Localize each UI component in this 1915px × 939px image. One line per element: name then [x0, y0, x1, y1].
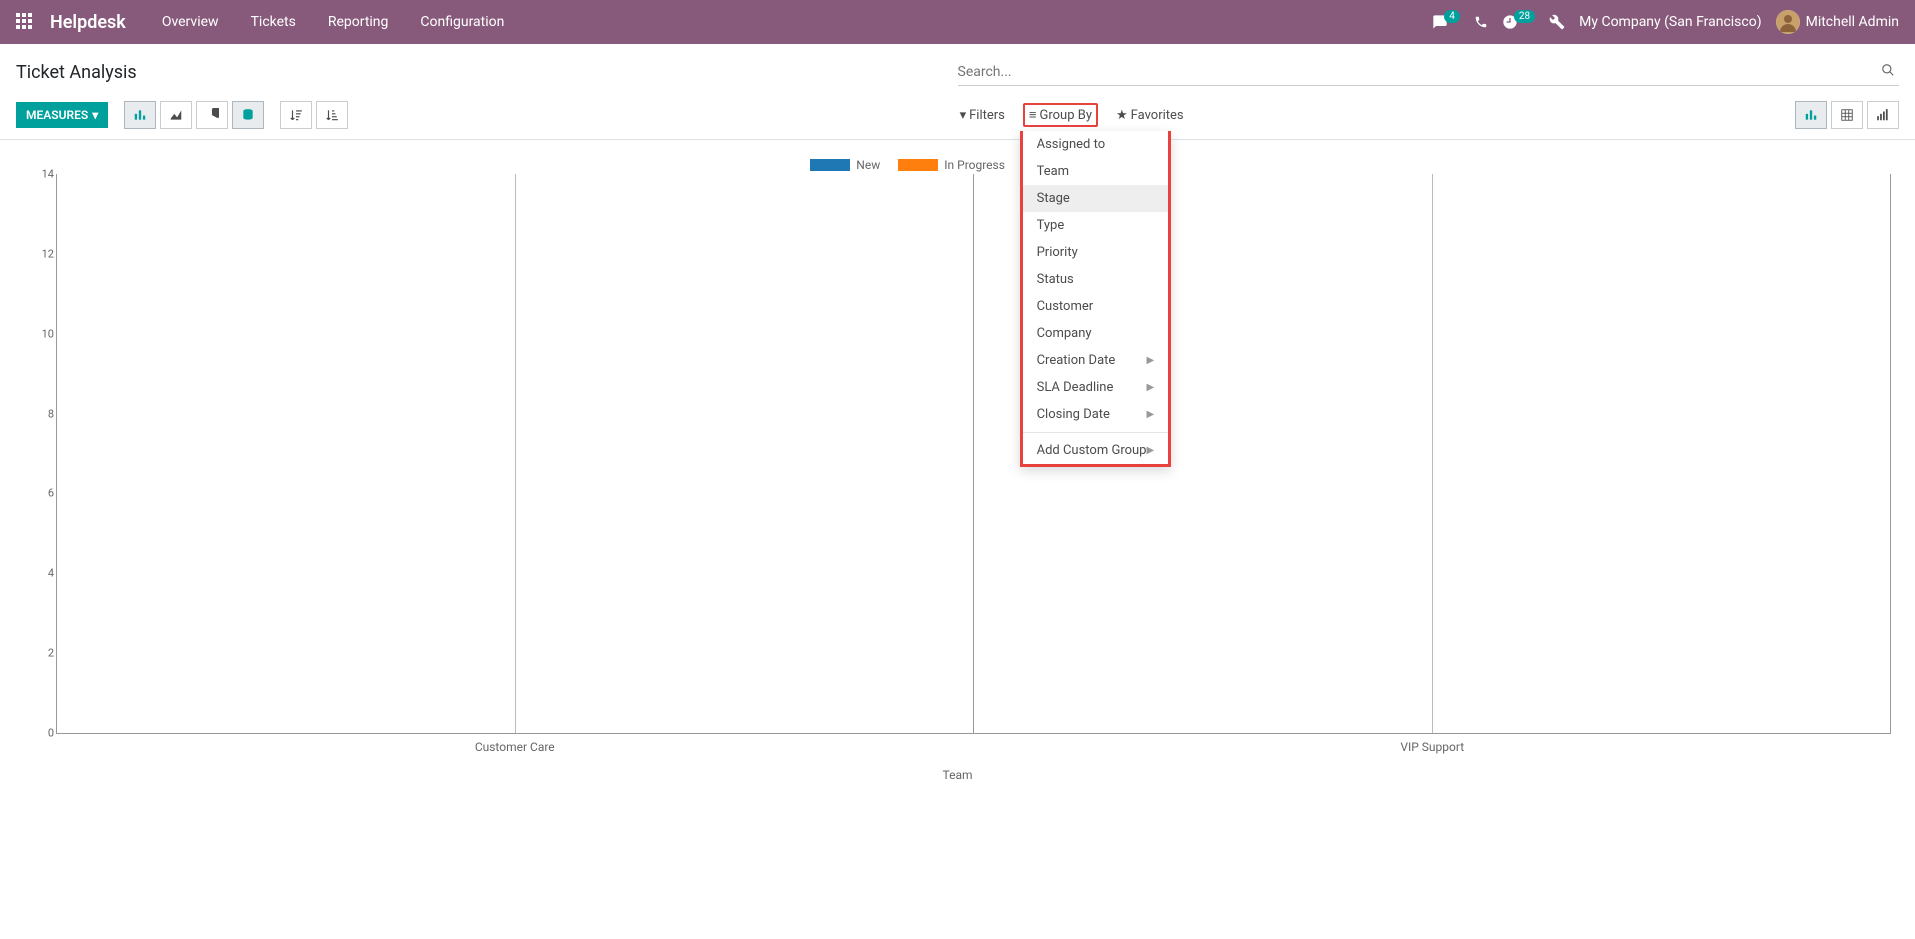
y-tick: 12 [24, 247, 54, 260]
groupby-item-team[interactable]: Team [1023, 158, 1169, 185]
bar-chart-button[interactable] [124, 101, 156, 129]
groupby-item-label: Company [1037, 326, 1092, 341]
x-tick-label: Customer Care [56, 734, 974, 754]
measures-button[interactable]: MEASURES ▾ [16, 102, 108, 128]
filters-label: Filters [969, 108, 1005, 123]
list-icon: ≡ [1029, 107, 1037, 123]
measures-label: MEASURES [26, 108, 88, 122]
company-switcher[interactable]: My Company (San Francisco) [1579, 14, 1761, 30]
filter-icon: ▾ [960, 108, 967, 123]
chat-badge: 4 [1444, 10, 1460, 23]
x-tick-label: VIP Support [974, 734, 1892, 754]
debug-icon[interactable] [1549, 14, 1565, 30]
search-wrap [958, 59, 1900, 86]
groupby-item-label: Status [1037, 272, 1074, 287]
groupby-label: Group By [1040, 108, 1093, 123]
chart-container: NewIn ProgressSolved Count 02468101214 C… [0, 140, 1915, 822]
pivot-view-button[interactable] [1831, 101, 1863, 129]
avatar [1776, 10, 1800, 34]
groupby-item-stage[interactable]: Stage [1023, 185, 1169, 212]
activities-icon[interactable]: 28 [1502, 14, 1535, 30]
groupby-item-label: Stage [1037, 191, 1070, 206]
groupby-item-company[interactable]: Company [1023, 320, 1169, 347]
user-name: Mitchell Admin [1806, 14, 1899, 30]
groupby-item-status[interactable]: Status [1023, 266, 1169, 293]
brand[interactable]: Helpdesk [50, 12, 126, 33]
groupby-add-custom[interactable]: Add Custom Group ▶ [1023, 437, 1169, 464]
chevron-right-icon: ▶ [1146, 409, 1154, 420]
y-tick: 4 [24, 567, 54, 580]
apps-icon[interactable] [16, 13, 34, 31]
favorites-label: Favorites [1131, 108, 1184, 123]
groupby-item-label: SLA Deadline [1037, 380, 1114, 395]
caret-down-icon: ▾ [92, 108, 98, 122]
sort-desc-button[interactable] [280, 101, 312, 129]
groupby-item-sla-deadline[interactable]: SLA Deadline ▶ [1023, 374, 1169, 401]
groupby-item-type[interactable]: Type [1023, 212, 1169, 239]
stacked-button[interactable] [232, 101, 264, 129]
navbar: Helpdesk Overview Tickets Reporting Conf… [0, 0, 1915, 44]
graph-view-button[interactable] [1795, 101, 1827, 129]
x-axis-label: Team [16, 754, 1899, 782]
star-icon: ★ [1116, 108, 1128, 123]
groupby-item-label: Priority [1037, 245, 1078, 260]
y-tick: 2 [24, 647, 54, 660]
groupby-item-label: Assigned to [1037, 137, 1106, 152]
groupby-item-label: Team [1037, 164, 1070, 179]
control-panel: Ticket Analysis MEASURES ▾ ▾ Filters [0, 44, 1915, 140]
page-title: Ticket Analysis [16, 52, 137, 93]
groupby-item-priority[interactable]: Priority [1023, 239, 1169, 266]
activity-badge: 28 [1514, 10, 1535, 23]
chart-plot: 02468101214 [56, 174, 1891, 734]
groupby-custom-label: Add Custom Group [1037, 443, 1147, 458]
legend-item-in-progress[interactable]: In Progress [898, 158, 1005, 172]
favorites-button[interactable]: ★ Favorites [1110, 104, 1190, 127]
groupby-item-closing-date[interactable]: Closing Date ▶ [1023, 401, 1169, 428]
groupby-item-label: Customer [1037, 299, 1094, 314]
pie-chart-button[interactable] [196, 101, 228, 129]
nav-tickets[interactable]: Tickets [243, 14, 304, 30]
phone-icon[interactable] [1474, 15, 1488, 29]
groupby-item-label: Closing Date [1037, 407, 1110, 422]
groupby-dropdown: Assigned to Team Stage Type Priority Status Cu… [1020, 131, 1172, 467]
y-tick: 0 [24, 727, 54, 740]
legend-swatch [898, 159, 938, 171]
chart-category [56, 174, 973, 733]
groupby-item-customer[interactable]: Customer [1023, 293, 1169, 320]
nav-configuration[interactable]: Configuration [412, 14, 512, 30]
legend-swatch [810, 159, 850, 171]
y-tick: 6 [24, 487, 54, 500]
groupby-button[interactable]: ≡ Group By [1023, 103, 1098, 127]
y-tick: 14 [24, 168, 54, 181]
chart-legend: NewIn ProgressSolved [16, 150, 1899, 174]
user-menu[interactable]: Mitchell Admin [1776, 10, 1899, 34]
y-tick: 8 [24, 407, 54, 420]
chevron-right-icon: ▶ [1146, 382, 1154, 393]
line-chart-button[interactable] [160, 101, 192, 129]
search-input[interactable] [958, 64, 1878, 80]
filters-button[interactable]: ▾ Filters [954, 104, 1011, 127]
groupby-item-assigned-to[interactable]: Assigned to [1023, 131, 1169, 158]
chevron-right-icon: ▶ [1146, 355, 1154, 366]
y-tick: 10 [24, 327, 54, 340]
cohort-view-button[interactable] [1867, 101, 1899, 129]
nav-overview[interactable]: Overview [154, 14, 227, 30]
groupby-item-label: Type [1037, 218, 1065, 233]
messaging-icon[interactable]: 4 [1432, 14, 1460, 30]
sort-asc-button[interactable] [316, 101, 348, 129]
chevron-right-icon: ▶ [1146, 445, 1154, 456]
legend-item-new[interactable]: New [810, 158, 880, 172]
nav-reporting[interactable]: Reporting [320, 14, 397, 30]
search-icon[interactable] [1877, 63, 1899, 81]
legend-label: In Progress [944, 158, 1005, 172]
groupby-item-creation-date[interactable]: Creation Date ▶ [1023, 347, 1169, 374]
legend-label: New [856, 158, 880, 172]
groupby-item-label: Creation Date [1037, 353, 1116, 368]
